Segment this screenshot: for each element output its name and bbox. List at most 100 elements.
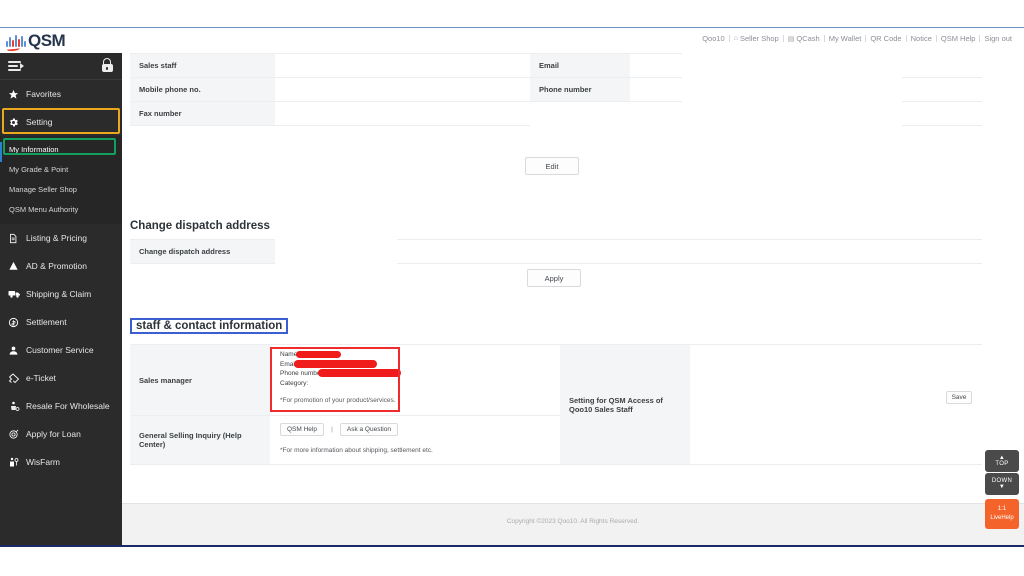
submenu-label: My Grade & Point xyxy=(9,164,69,174)
live-help-label: LiveHelp xyxy=(990,515,1014,521)
scroll-to-bottom-button[interactable]: DOWN ▼ xyxy=(985,473,1019,495)
top-navigation: Qoo10 ⌂ Seller Shop ▤ QCash My Wallet QR C… xyxy=(698,34,1016,43)
topnav-item-qoo10[interactable]: Qoo10 xyxy=(698,34,729,43)
dispatch-row-value xyxy=(397,239,982,264)
logo-bars-icon xyxy=(6,34,26,47)
submenu-label: Manage Seller Shop xyxy=(9,184,77,194)
sidebar-item-label: Favorites xyxy=(26,89,61,99)
right-column-rule xyxy=(902,77,982,78)
copyright-text: Copyright ©2023 Qoo10. All Rights Reserv… xyxy=(506,518,640,525)
sidebar-item-label: Apply for Loan xyxy=(26,429,81,439)
topnav-item-qr-code[interactable]: QR Code xyxy=(866,34,905,43)
sidebar-item-qsm-menu-authority[interactable]: QSM Menu Authority xyxy=(0,199,122,219)
live-help-button[interactable]: 1:1 LiveHelp xyxy=(985,499,1019,529)
qsm-access-value-cell xyxy=(690,344,982,465)
content-scroll-area: Sales staff Mobile phone no. Fax number xyxy=(122,53,1024,503)
staff-contact-table: Sales manager Name: Email: Phone number:… xyxy=(130,344,982,465)
sidebar-item-e-ticket[interactable]: e-Ticket xyxy=(0,364,122,392)
page-footer: Copyright ©2023 Qoo10. All Rights Reserv… xyxy=(122,503,1024,546)
sidebar-item-wisfarm[interactable]: WisFarm xyxy=(0,448,122,476)
email-label: Email xyxy=(530,53,630,78)
farm-icon xyxy=(8,457,26,468)
button-separator: | xyxy=(331,426,333,433)
topnav-item-qsm-help[interactable]: QSM Help xyxy=(937,34,980,43)
sidebar-item-listing-pricing[interactable]: Listing & Pricing xyxy=(0,224,122,252)
phone-number-label: Phone number xyxy=(530,77,630,102)
topnav-item-notice[interactable]: Notice xyxy=(907,34,936,43)
shop-icon: ⌂ xyxy=(733,35,738,42)
sidebar-item-label: Listing & Pricing xyxy=(26,233,87,243)
sidebar-item-setting[interactable]: Setting xyxy=(0,108,122,136)
sidebar-item-label: e-Ticket xyxy=(26,373,56,383)
dispatch-row-label: Change dispatch address xyxy=(130,239,275,264)
sidebar-item-label: Shipping & Claim xyxy=(26,289,92,299)
sidebar-item-shipping-claim[interactable]: Shipping & Claim xyxy=(0,280,122,308)
sales-staff-value xyxy=(275,53,530,78)
staff-contact-title-highlight xyxy=(130,318,289,334)
star-icon xyxy=(8,89,26,100)
resale-icon xyxy=(8,401,26,412)
right-column-rule xyxy=(902,101,982,102)
cash-icon: ▤ xyxy=(787,35,795,43)
edit-button[interactable]: Edit xyxy=(525,157,579,175)
loan-icon xyxy=(8,429,26,440)
submenu-label: My Information xyxy=(9,144,59,154)
live-help-ratio: 1:1 xyxy=(997,506,1007,512)
email-value xyxy=(630,53,682,78)
topnav-item-seller-shop[interactable]: ⌂ Seller Shop xyxy=(730,34,783,43)
sidebar-item-label: AD & Promotion xyxy=(26,261,87,271)
topnav-item-sign-out[interactable]: Sign out xyxy=(980,34,1016,43)
apply-button[interactable]: Apply xyxy=(527,269,581,287)
mobile-phone-value xyxy=(275,77,530,102)
sidebar-item-my-information[interactable]: My Information xyxy=(0,139,122,159)
app-header: QSM Qoo10 ⌂ Seller Shop ▤ QCash My Wallet … xyxy=(0,28,1024,53)
redaction-outline-box xyxy=(270,347,400,412)
sidebar: Favorites Setting My Information My Grad… xyxy=(0,53,122,546)
sales-staff-label: Sales staff xyxy=(130,53,275,78)
staff-contact-title-wrap: staff & contact information xyxy=(130,318,289,334)
ticket-icon xyxy=(8,372,26,384)
selection-marker xyxy=(0,142,2,162)
table-row: Fax number xyxy=(130,101,275,126)
gear-icon xyxy=(8,117,26,128)
save-button[interactable]: Save xyxy=(946,391,972,404)
general-selling-inquiry-label: General Selling Inquiry (Help Center) xyxy=(130,415,270,465)
ask-a-question-button[interactable]: Ask a Question xyxy=(339,423,398,436)
arrow-down-icon: ▼ xyxy=(998,484,1006,490)
qsm-help-button[interactable]: QSM Help xyxy=(280,423,324,436)
sidebar-item-label: Settlement xyxy=(26,317,67,327)
submenu-label: QSM Menu Authority xyxy=(9,204,79,214)
scroll-top-label: TOP xyxy=(995,461,1009,467)
sidebar-item-settlement[interactable]: Settlement xyxy=(0,308,122,336)
sidebar-item-my-grade-point[interactable]: My Grade & Point xyxy=(0,159,122,179)
sidebar-item-resale-for-wholesale[interactable]: Resale For Wholesale xyxy=(0,392,122,420)
change-dispatch-address-title: Change dispatch address xyxy=(130,220,270,232)
hamburger-collapse-icon[interactable] xyxy=(8,60,24,72)
seller-info-right-values xyxy=(630,53,682,102)
mobile-phone-label: Mobile phone no. xyxy=(130,77,275,102)
sidebar-item-label: Customer Service xyxy=(26,345,94,355)
qsm-logo[interactable]: QSM xyxy=(6,31,66,52)
topnav-item-my-wallet[interactable]: My Wallet xyxy=(825,34,866,43)
seller-info-left-values xyxy=(275,53,530,126)
sidebar-item-manage-seller-shop[interactable]: Manage Seller Shop xyxy=(0,179,122,199)
app-root: QSM Qoo10 ⌂ Seller Shop ▤ QCash My Wallet … xyxy=(0,0,1024,576)
lock-icon[interactable] xyxy=(101,58,113,73)
sidebar-item-ad-promotion[interactable]: AD & Promotion xyxy=(0,252,122,280)
coin-icon xyxy=(8,317,26,328)
page-viewport: QSM Qoo10 ⌂ Seller Shop ▤ QCash My Wallet … xyxy=(0,28,1024,546)
right-column-rule xyxy=(902,125,982,126)
phone-number-value xyxy=(630,77,682,102)
table-row: Sales staff xyxy=(130,53,275,78)
scroll-to-top-button[interactable]: ▲ TOP xyxy=(985,450,1019,472)
sidebar-item-label: Setting xyxy=(26,117,53,127)
sidebar-item-customer-service[interactable]: Customer Service xyxy=(0,336,122,364)
sidebar-item-apply-for-loan[interactable]: Apply for Loan xyxy=(0,420,122,448)
table-row: Mobile phone no. xyxy=(130,77,275,102)
topnav-item-qcash[interactable]: ▤ QCash xyxy=(784,34,824,43)
sidebar-toolbar xyxy=(0,53,122,80)
seller-info-right-table: Email Phone number xyxy=(530,53,630,102)
fax-number-label: Fax number xyxy=(130,101,275,126)
fax-number-value xyxy=(275,101,530,126)
sidebar-item-favorites[interactable]: Favorites xyxy=(0,80,122,108)
